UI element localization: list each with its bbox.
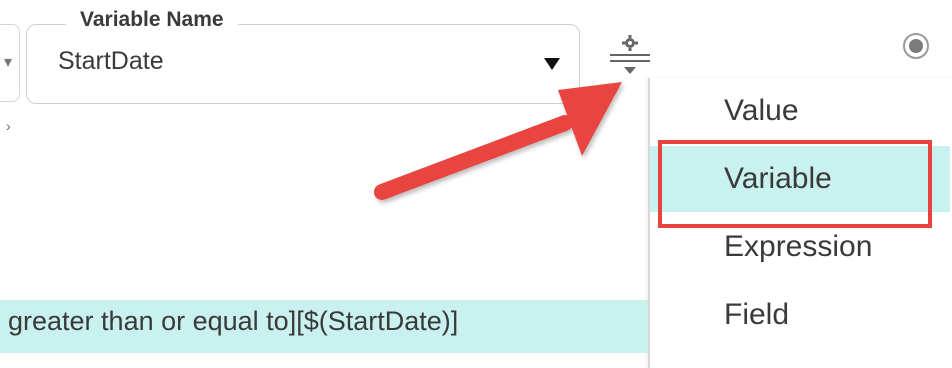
variable-name-legend: Variable Name xyxy=(66,8,238,32)
filter-expression-text: greater than or equal to][$(StartDate)] xyxy=(8,306,459,336)
variable-name-value: StartDate xyxy=(58,47,164,75)
annotation-highlight-box xyxy=(658,140,932,228)
chevron-down-icon: ▾ xyxy=(4,54,13,71)
truncated-label: › xyxy=(6,118,11,134)
menu-item-field[interactable]: Field xyxy=(650,282,950,348)
menu-item-value[interactable]: Value xyxy=(650,78,950,144)
annotation-arrow-icon xyxy=(374,82,622,200)
radio-button[interactable] xyxy=(903,33,929,59)
